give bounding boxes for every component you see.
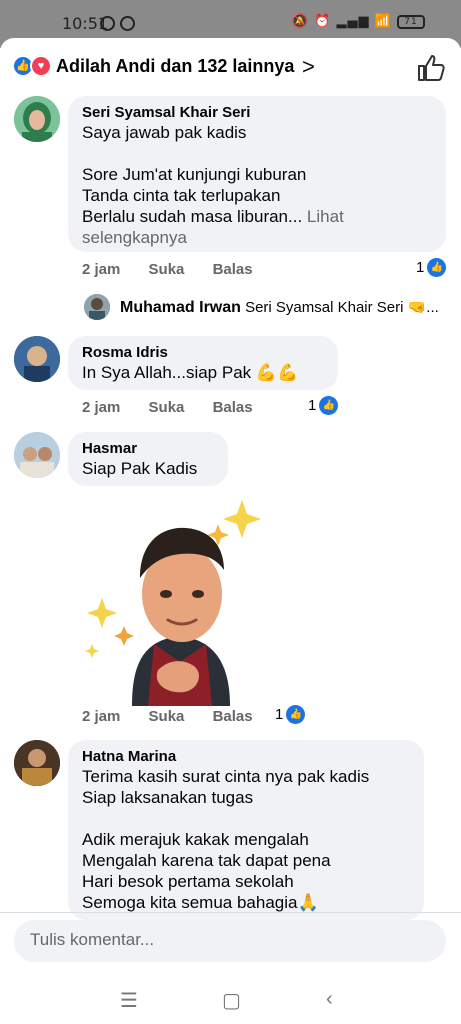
back-icon[interactable]: ‹	[326, 988, 333, 1011]
recents-icon[interactable]: ☰	[120, 988, 138, 1013]
home-icon[interactable]: ▢	[222, 988, 241, 1013]
reaction-icons: 👍 ♥	[12, 55, 52, 77]
like-reaction-icon: 👍	[319, 396, 339, 415]
like-count[interactable]: 1 👍	[275, 705, 306, 724]
comment-time: 2 jam	[82, 261, 121, 278]
like-button[interactable]: Suka	[149, 399, 185, 416]
alarm-icon: ⏰	[314, 14, 332, 29]
reply-author[interactable]: Muhamad Irwan	[120, 299, 241, 316]
avatar-sticker[interactable]	[82, 494, 264, 706]
like-reaction-icon: 👍	[427, 258, 447, 277]
whatsapp-icon	[120, 16, 135, 31]
comment-time: 2 jam	[82, 399, 121, 416]
comment-actions: 2 jam Suka Balas	[82, 399, 277, 416]
like-count[interactable]: 1 👍	[416, 258, 447, 277]
like-button[interactable]: Suka	[149, 708, 185, 725]
signal-icon: ▂▄▆	[336, 14, 370, 29]
reactions-header[interactable]: 👍 ♥ Adilah Andi dan 132 lainnya >	[0, 38, 461, 96]
comments-sheet: 👍 ♥ Adilah Andi dan 132 lainnya > Seri S…	[0, 38, 461, 1024]
whatsapp-icon	[100, 16, 115, 31]
comment-actions: 2 jam Suka Balas	[82, 261, 277, 278]
comment-text: In Sya Allah...siap Pak 💪💪	[82, 363, 299, 382]
divider	[0, 912, 461, 913]
comment-actions: 2 jam Suka Balas	[82, 708, 277, 725]
wifi-icon: 📶	[374, 14, 392, 29]
comment-text: Terima kasih surat cinta nya pak kadis S…	[82, 767, 370, 912]
comment-author[interactable]: Rosma Idris	[82, 344, 324, 362]
like-outline-icon[interactable]	[415, 52, 447, 84]
comment-text: Siap Pak Kadis	[82, 459, 198, 478]
avatar[interactable]	[84, 294, 110, 320]
reply-button[interactable]: Balas	[213, 708, 253, 725]
avatar-image	[84, 294, 110, 320]
avatar-image	[14, 740, 60, 786]
comment-author[interactable]: Hasmar	[82, 440, 214, 458]
avatar[interactable]	[14, 740, 60, 786]
comment-time: 2 jam	[82, 708, 121, 725]
comment-author[interactable]: Seri Syamsal Khair Seri	[82, 104, 432, 122]
love-reaction-icon: ♥	[30, 55, 52, 77]
comment-bubble[interactable]: Hatna Marina Terima kasih surat cinta ny…	[68, 740, 424, 920]
avatar-image	[14, 432, 60, 478]
status-icons: 🔕 ⏰ ▂▄▆ 📶 71	[292, 14, 425, 29]
comment-bubble[interactable]: Seri Syamsal Khair Seri Saya jawab pak k…	[68, 96, 446, 252]
comment-text: Saya jawab pak kadis Sore Jum'at kunjung…	[82, 123, 344, 247]
avatar-image	[14, 96, 60, 142]
avatar[interactable]	[14, 96, 60, 142]
reply-preview[interactable]: Muhamad Irwan Seri Syamsal Khair Seri 🤜.…	[120, 298, 450, 328]
avatar-image	[14, 336, 60, 382]
avatar[interactable]	[14, 432, 60, 478]
like-count[interactable]: 1 👍	[308, 396, 339, 415]
battery-icon: 71	[397, 14, 425, 29]
chevron-right-icon[interactable]: >	[302, 54, 315, 80]
comment-input[interactable]: Tulis komentar...	[14, 920, 446, 962]
comment-bubble[interactable]: Hasmar Siap Pak Kadis	[68, 432, 228, 486]
avatar[interactable]	[14, 336, 60, 382]
reply-button[interactable]: Balas	[213, 261, 253, 278]
reactions-summary[interactable]: Adilah Andi dan 132 lainnya	[56, 56, 294, 77]
mute-icon: 🔕	[291, 14, 310, 29]
comment-author[interactable]: Hatna Marina	[82, 748, 410, 766]
comment-bubble[interactable]: Rosma Idris In Sya Allah...siap Pak 💪💪	[68, 336, 338, 390]
reply-text: Seri Syamsal Khair Seri 🤜...	[245, 299, 439, 316]
like-button[interactable]: Suka	[149, 261, 185, 278]
like-reaction-icon: 👍	[286, 705, 306, 724]
system-nav-bar: ☰ ▢ ‹	[0, 972, 461, 1024]
reply-button[interactable]: Balas	[213, 399, 253, 416]
